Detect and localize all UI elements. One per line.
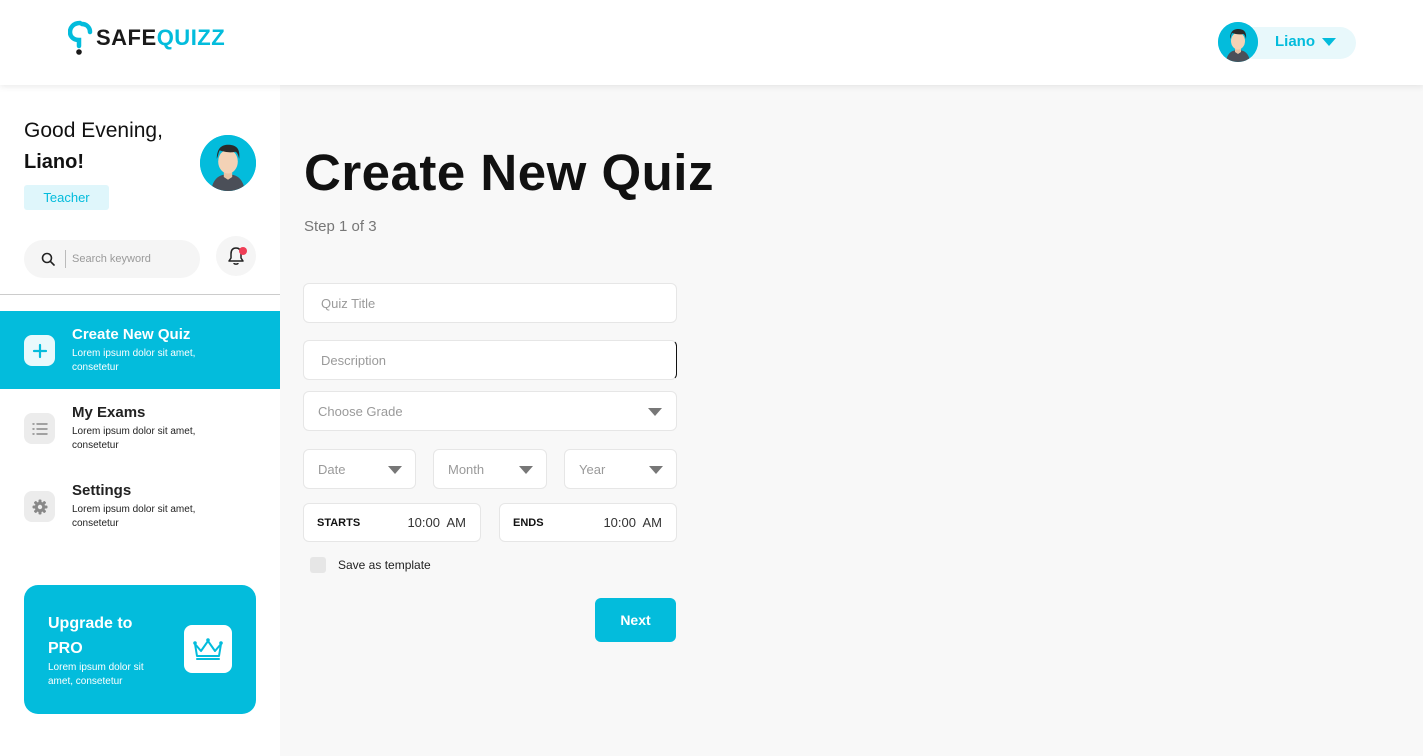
- year-select[interactable]: Year: [564, 449, 677, 489]
- nav-item-create-new-quiz[interactable]: Create New Quiz Lorem ipsum dolor sit am…: [0, 311, 280, 389]
- plus-icon: [24, 335, 55, 366]
- nav-item-desc: Lorem ipsum dolor sit amet, consetetur: [72, 504, 196, 529]
- user-name: Liano: [1275, 33, 1315, 50]
- grade-select[interactable]: Choose Grade: [303, 391, 677, 431]
- nav-item-title: My Exams: [72, 404, 146, 421]
- list-icon: [24, 413, 55, 444]
- step-indicator: Step 1 of 3: [304, 218, 377, 235]
- description-input[interactable]: [303, 340, 677, 380]
- nav-item-desc: Lorem ipsum dolor sit amet, consetetur: [72, 426, 196, 451]
- search-box: [24, 240, 200, 278]
- nav-item-desc: Lorem ipsum dolor sit amet, consetetur: [72, 348, 196, 373]
- greeting-name: Liano!: [24, 151, 84, 173]
- profile-avatar[interactable]: [200, 135, 256, 191]
- month-select-label: Month: [448, 462, 485, 477]
- notification-button[interactable]: [216, 236, 256, 276]
- promo-desc: Lorem ipsum dolor sit amet, consetetur: [48, 662, 144, 687]
- start-time-label: STARTS: [317, 517, 361, 529]
- chevron-down-icon: [649, 466, 663, 474]
- divider: [0, 294, 280, 295]
- upgrade-promo-card[interactable]: Upgrade to PRO Lorem ipsum dolor sit ame…: [24, 585, 256, 714]
- role-badge: Teacher: [24, 185, 109, 210]
- grade-select-label: Choose Grade: [318, 404, 403, 419]
- nav-item-settings[interactable]: Settings Lorem ipsum dolor sit amet, con…: [0, 467, 280, 545]
- promo-title: Upgrade to PRO: [48, 615, 133, 657]
- quiz-title-input[interactable]: [303, 283, 677, 323]
- month-select[interactable]: Month: [433, 449, 547, 489]
- next-button[interactable]: Next: [595, 598, 676, 642]
- year-select-label: Year: [579, 462, 606, 477]
- date-select-label: Date: [318, 462, 346, 477]
- end-time-field[interactable]: ENDS 10:00 AM: [499, 503, 677, 542]
- crown-icon: [184, 625, 232, 673]
- chevron-down-icon: [519, 466, 533, 474]
- save-template-checkbox[interactable]: [310, 557, 326, 573]
- start-time-field[interactable]: STARTS 10:00 AM: [303, 503, 481, 542]
- search-icon[interactable]: [41, 252, 55, 266]
- start-time-value: 10:00 AM: [407, 515, 466, 530]
- end-time-value: 10:00 AM: [603, 515, 662, 530]
- notification-dot: [239, 247, 247, 255]
- end-time-label: ENDS: [513, 517, 544, 529]
- date-select[interactable]: Date: [303, 449, 416, 489]
- search-input[interactable]: [72, 249, 192, 269]
- logo-text: SAFEQUIZZ: [96, 25, 226, 50]
- nav-item-title: Settings: [72, 482, 132, 499]
- save-template-label: Save as template: [338, 558, 431, 572]
- logo-icon: [67, 20, 94, 56]
- nav-item-my-exams[interactable]: My Exams Lorem ipsum dolor sit amet, con…: [0, 389, 280, 467]
- user-menu[interactable]: Liano: [1218, 22, 1356, 62]
- avatar: [1218, 22, 1258, 62]
- chevron-down-icon: [648, 408, 662, 416]
- sidebar: Good Evening, Liano! Teacher Create New …: [0, 85, 280, 756]
- logo[interactable]: SAFEQUIZZ: [67, 20, 226, 56]
- top-header: SAFEQUIZZ Liano: [0, 0, 1423, 85]
- page-title: Create New Quiz: [304, 144, 714, 201]
- chevron-down-icon: [388, 466, 402, 474]
- gear-icon: [24, 491, 55, 522]
- nav-item-title: Create New Quiz: [72, 326, 191, 343]
- chevron-down-icon[interactable]: [1322, 38, 1336, 46]
- greeting: Good Evening,: [24, 119, 163, 142]
- search-separator: [65, 250, 66, 268]
